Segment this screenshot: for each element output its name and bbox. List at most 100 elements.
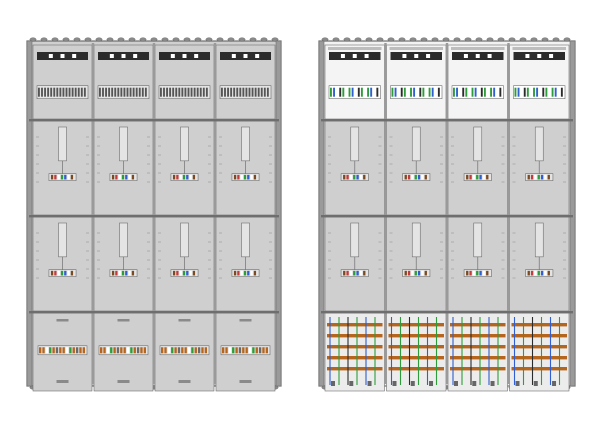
breaker: [205, 87, 208, 97]
bar-hole: [194, 54, 199, 58]
roller: [541, 37, 549, 42]
terminal: [544, 174, 547, 180]
bar-hole: [133, 54, 138, 58]
breaker: [120, 87, 123, 97]
breaker: [44, 87, 46, 97]
label-slot: [117, 319, 130, 322]
breaker: [41, 87, 43, 97]
bottom-terminal: [136, 347, 140, 354]
breaker: [526, 87, 529, 97]
row-divider: [321, 311, 573, 314]
terminal: [111, 270, 115, 276]
terminal: [363, 270, 366, 276]
breaker: [425, 87, 428, 97]
breaker: [364, 87, 366, 97]
terminal: [189, 174, 192, 180]
terminal: [250, 270, 253, 276]
roller: [431, 37, 439, 42]
roller: [486, 37, 494, 42]
breaker: [333, 87, 335, 97]
meter-panel: [215, 216, 276, 312]
terminal: [115, 174, 118, 180]
mount-bracket: [389, 47, 443, 50]
bar-hole: [48, 54, 53, 58]
bottom-terminal: [194, 347, 197, 354]
terminal: [469, 174, 472, 180]
terminal: [182, 270, 186, 276]
terminal: [172, 270, 176, 276]
roller: [128, 37, 136, 42]
breaker: [437, 87, 440, 97]
terminal: [186, 174, 189, 180]
bottom-terminal: [171, 347, 174, 354]
bar-hole: [60, 54, 65, 58]
meter-slot: [119, 126, 128, 162]
bottom-terminal: [72, 347, 75, 354]
terminal: [417, 174, 421, 180]
copper-busbar: [388, 356, 444, 360]
terminal: [64, 174, 67, 180]
breaker: [456, 87, 458, 97]
terminal: [240, 270, 243, 276]
breaker: [493, 87, 496, 97]
bottom-terminal: [161, 347, 164, 354]
breaker: [77, 87, 80, 97]
breaker: [413, 87, 416, 97]
bottom-section: [447, 312, 508, 392]
terminal: [343, 174, 346, 180]
terminal: [417, 270, 421, 276]
breaker: [248, 87, 251, 97]
terminal: [346, 174, 349, 180]
terminal: [70, 270, 74, 276]
terminal: [67, 270, 70, 276]
terminal: [237, 174, 240, 180]
breaker: [163, 87, 165, 97]
breaker: [257, 87, 260, 97]
breaker: [117, 87, 120, 97]
meter-panel: [509, 216, 570, 312]
bar-hole: [525, 54, 530, 58]
breaker: [468, 87, 471, 97]
clamp: [552, 381, 557, 386]
breaker: [462, 87, 465, 97]
top-section: [32, 44, 93, 120]
terminal: [121, 174, 125, 180]
breaker: [517, 87, 520, 97]
meter-slot: [411, 222, 421, 258]
copper-busbar: [327, 345, 383, 349]
bar-hole: [549, 54, 554, 58]
breaker: [370, 87, 373, 97]
breaker: [477, 87, 480, 97]
breaker: [330, 87, 332, 97]
bottom-terminal: [197, 347, 201, 354]
breaker: [542, 87, 545, 97]
roller: [409, 37, 417, 42]
breaker: [230, 87, 233, 97]
meter-panel: [324, 216, 385, 312]
terminal: [247, 270, 250, 276]
breaker: [459, 87, 462, 97]
terminal: [356, 174, 359, 180]
terminal: [530, 270, 534, 276]
roller: [260, 37, 268, 42]
breaker: [108, 87, 111, 97]
breaker: [50, 87, 53, 97]
terminal: [118, 174, 121, 180]
copper-busbar: [327, 356, 383, 360]
breaker: [71, 87, 74, 97]
bottom-terminal: [113, 347, 116, 354]
terminal: [176, 174, 179, 180]
breaker: [99, 87, 101, 97]
terminal: [118, 270, 121, 276]
bottom-terminal: [248, 347, 252, 354]
terminal: [540, 270, 544, 276]
bar-hole: [255, 54, 260, 58]
top-section: [447, 44, 508, 120]
bar-hole: [109, 54, 114, 58]
breaker: [254, 87, 257, 97]
bottom-section: [509, 312, 570, 392]
breaker: [132, 87, 135, 97]
terminal: [527, 270, 530, 276]
terminal: [547, 270, 550, 276]
breaker: [123, 87, 126, 97]
